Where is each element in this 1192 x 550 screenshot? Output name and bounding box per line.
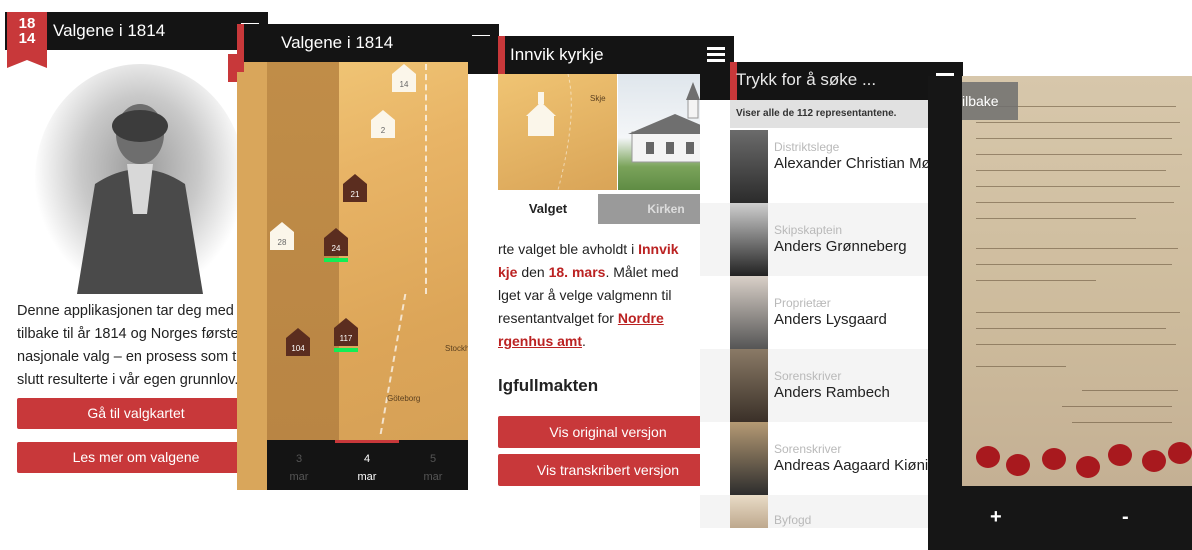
avatar [730, 130, 768, 203]
zoom-out-button[interactable]: - [1122, 506, 1129, 529]
church-marker[interactable]: 117 [332, 318, 360, 354]
map-screen: 14 2 21 28 24 104 117 Stockholm Göteborg… [237, 24, 499, 490]
election-description: rte valget ble avholdt i Innvik kje den … [498, 241, 679, 349]
section-heading: lgfullmakten [498, 376, 599, 395]
church-screen: Innvik kyrkje Skje Valget Kirken rte val… [468, 36, 734, 502]
top-bar: 18 14 Valgene i 1814 [5, 12, 268, 68]
list-item[interactable]: Skipskaptein Anders Grønneberg [700, 203, 963, 276]
church-map-thumbnail: Skje [498, 73, 617, 191]
avatar [730, 203, 768, 276]
menu-icon[interactable] [707, 47, 725, 63]
list-item[interactable]: Byfogd [700, 495, 963, 528]
goto-map-button[interactable]: Gå til valgkartet [17, 398, 255, 429]
date-item[interactable]: 3 mar [267, 440, 331, 490]
logo-bottom-text: 14 [18, 30, 36, 47]
back-button[interactable]: ilbake [962, 82, 1018, 120]
logo-top-text: 18 [18, 15, 36, 32]
logo-1814: 18 14 [7, 12, 47, 68]
church-title: Innvik kyrkje [510, 45, 604, 64]
border-line [425, 64, 427, 294]
date-selector: 3mar 4mar 5mar 6mar [267, 440, 499, 490]
portrait-image [35, 64, 245, 294]
list-item[interactable]: Sorenskriver Anders Rambech [700, 349, 963, 422]
top-bar: Valgene i 1814 [237, 24, 499, 72]
app-title: Valgene i 1814 [281, 33, 394, 52]
read-more-button[interactable]: Les mer om valgene [17, 442, 255, 473]
church-marker[interactable]: 24 [322, 228, 350, 264]
link-nordre-bergenhus[interactable]: Nordre [618, 310, 664, 326]
representatives-screen: Trykk for å søke ... Viser alle de 112 r… [700, 62, 963, 528]
document-viewer: ilbake + - [928, 76, 1192, 550]
intro-text: Denne applikasjonen tar deg med tilbake … [17, 303, 243, 388]
list-item[interactable]: Distriktslege Alexander Christian Møller [700, 130, 963, 203]
date-item[interactable]: 5 mar [401, 440, 465, 490]
search-input[interactable]: Trykk for å søke ... [736, 70, 876, 90]
church-marker[interactable]: 104 [284, 328, 312, 364]
show-original-button[interactable]: Vis original versjon [498, 416, 718, 448]
map-place-label: Skje [590, 94, 606, 103]
link-innvik[interactable]: Innvik [638, 241, 678, 257]
link-nordre-bergenhus[interactable]: rgenhus amt [498, 333, 582, 349]
church-marker[interactable]: 28 [268, 222, 296, 258]
tab-bar: Valget Kirken [498, 194, 734, 224]
top-bar: Innvik kyrkje [468, 36, 734, 84]
brand-flag [237, 24, 244, 72]
link-innvik[interactable]: kje [498, 264, 517, 280]
place-label: Göteborg [387, 394, 421, 403]
church-marker[interactable]: 21 [341, 174, 369, 210]
avatar [730, 276, 768, 349]
top-bar: Trykk for å søke ... [700, 62, 963, 110]
avatar [730, 422, 768, 495]
avatar [730, 349, 768, 422]
avatar [730, 495, 768, 528]
list-item[interactable]: Sorenskriver Andreas Aagaard Kiønig [700, 422, 963, 495]
show-transcribed-button[interactable]: Vis transkribert versjon [498, 454, 718, 486]
tab-valget[interactable]: Valget [498, 194, 598, 224]
intro-screen: 18 14 Valgene i 1814 × Denne applikasjon… [5, 12, 268, 478]
church-marker[interactable]: 14 [390, 64, 418, 100]
zoom-in-button[interactable]: + [990, 506, 1002, 529]
church-marker[interactable]: 2 [369, 110, 397, 146]
election-date: 18. mars [548, 264, 606, 280]
list-item[interactable]: Proprietær Anders Lysgaard [700, 276, 963, 349]
document-image[interactable] [962, 76, 1192, 486]
app-title: Valgene i 1814 [53, 21, 166, 40]
date-item-active[interactable]: 4 mar [335, 440, 399, 490]
